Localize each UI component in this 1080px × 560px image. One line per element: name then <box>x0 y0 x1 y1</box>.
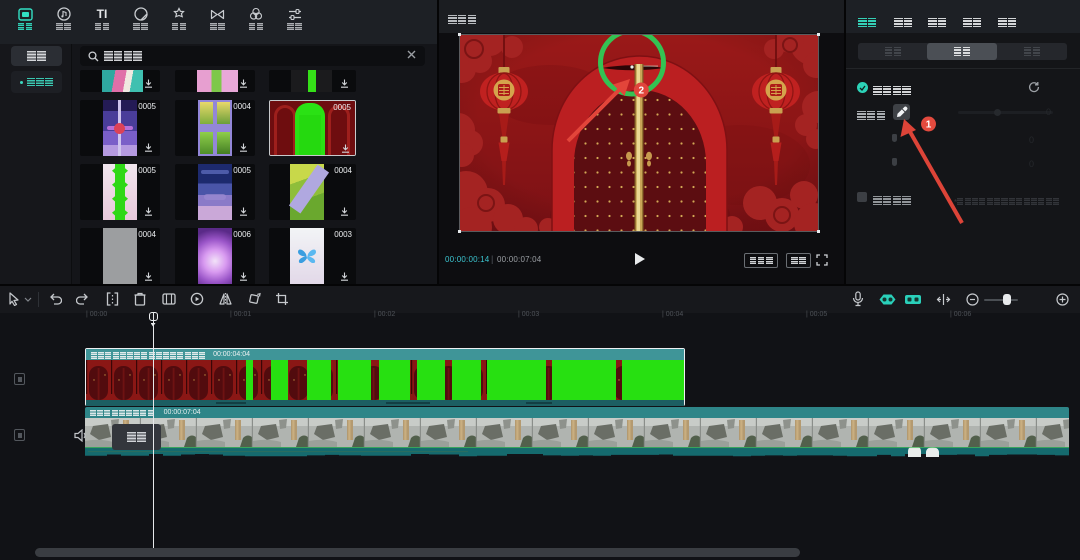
svg-text:2: 2 <box>639 86 645 97</box>
svg-text:1: 1 <box>926 120 932 131</box>
